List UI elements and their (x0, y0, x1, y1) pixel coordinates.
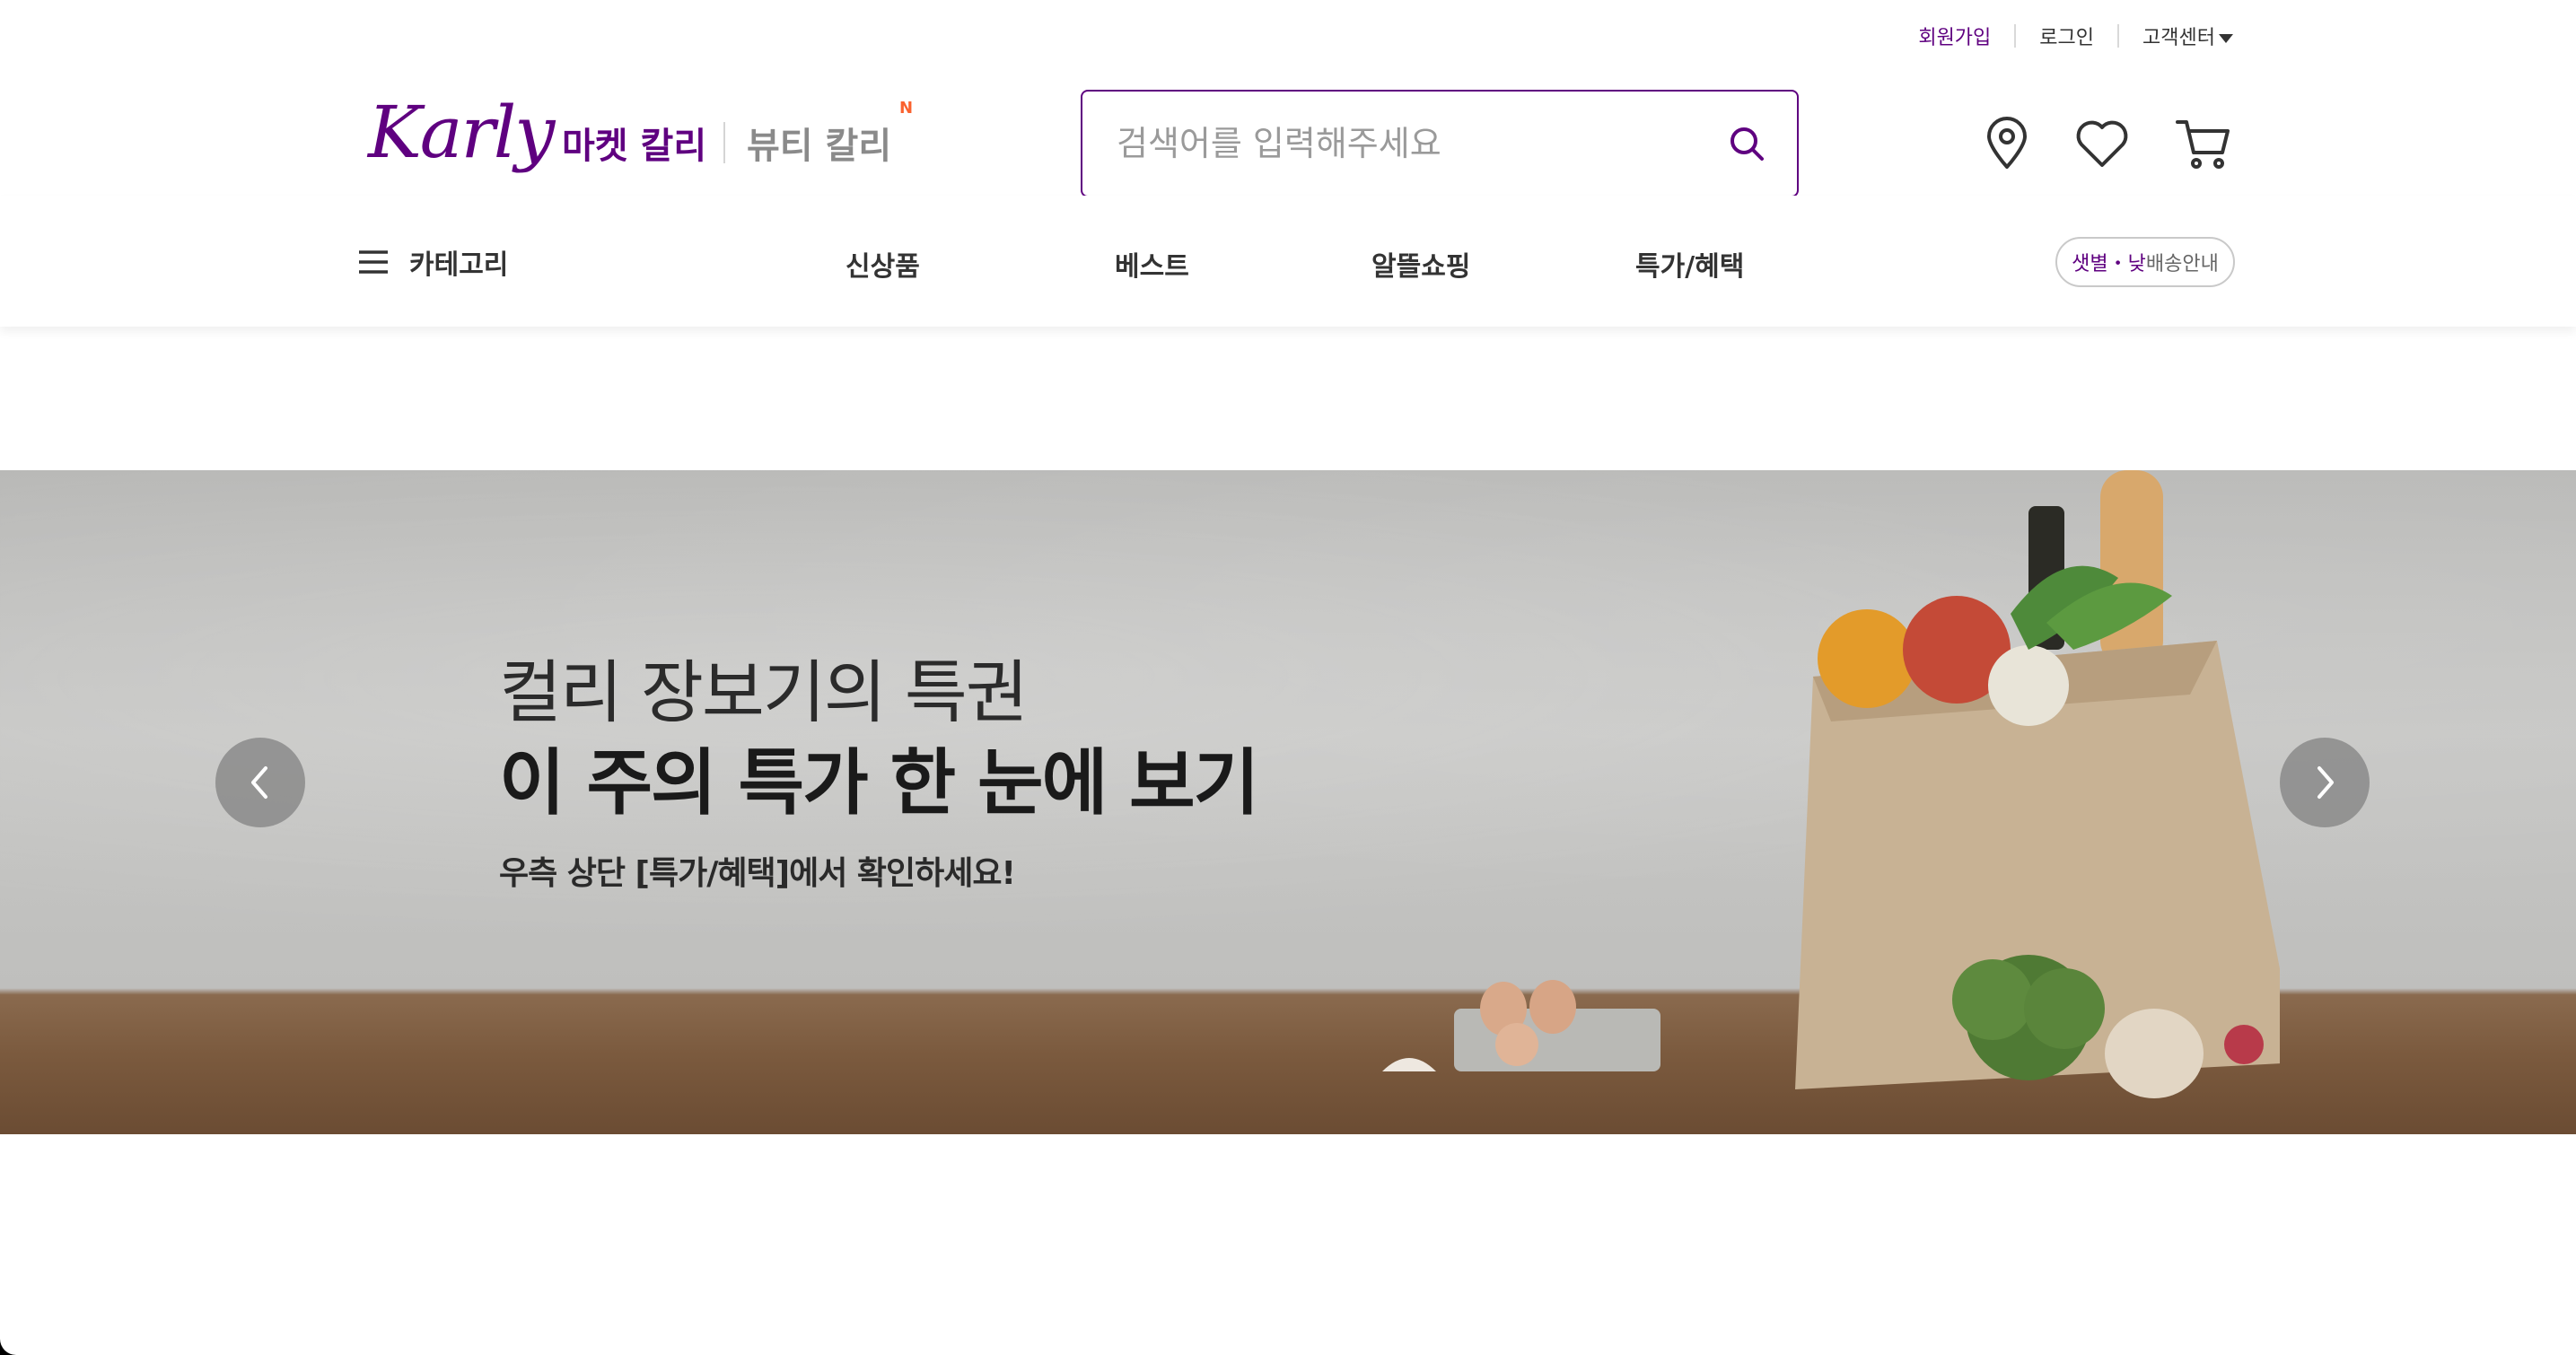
delivery-highlight: 샛별・낮 (2072, 253, 2146, 275)
utility-divider (2014, 24, 2017, 48)
location-icon (1987, 117, 2027, 169)
signup-link[interactable]: 회원가입 (1918, 22, 1991, 50)
banner-next-button[interactable] (2280, 738, 2370, 827)
caret-down-icon (2219, 34, 2233, 43)
hero-banner[interactable]: 컬리 장보기의 특권 이 주의 특가 한 눈에 보기 우측 상단 [특가/혜택]… (0, 470, 2576, 1134)
delivery-info-button[interactable]: 샛별・낮 배송안내 (2055, 237, 2235, 287)
wishlist-button[interactable] (2070, 111, 2134, 176)
karly-logo[interactable]: Karly (368, 97, 555, 169)
nav-special-deals[interactable]: 특가/혜택 (1635, 244, 1744, 284)
banner-line1: 컬리 장보기의 특권 (499, 652, 1029, 732)
hamburger-icon (359, 250, 388, 274)
cart-icon (2176, 120, 2230, 169)
login-link[interactable]: 로그인 (2039, 22, 2094, 50)
heart-icon (2076, 120, 2128, 167)
cart-button[interactable] (2170, 111, 2235, 176)
grocery-bag-image (1382, 470, 2280, 1098)
new-badge: N (899, 99, 914, 118)
location-button[interactable] (1975, 111, 2039, 176)
market-kurly-tab[interactable]: 마켓 칼리 (562, 117, 706, 169)
delivery-label: 배송안내 (2145, 253, 2219, 275)
support-menu[interactable]: 고객센터 (2142, 22, 2233, 50)
page: 회원가입 로그인 고객센터 Karly 마켓 칼리 뷰티 칼리 N 검색어를 입… (0, 0, 2576, 1355)
banner-prev-button[interactable] (215, 738, 305, 827)
search-icon (1730, 127, 1764, 161)
support-label: 고객센터 (2142, 27, 2215, 49)
nav-thrift-shopping[interactable]: 알뜰쇼핑 (1371, 244, 1470, 284)
main-nav: 카테고리 신상품 베스트 알뜰쇼핑 특가/혜택 샛별・낮 배송안내 (0, 196, 2576, 327)
utility-divider (2117, 24, 2120, 48)
search-box (1081, 90, 1799, 197)
utility-bar: 회원가입 로그인 고객센터 (1918, 20, 2233, 52)
brand-divider (723, 122, 725, 163)
nav-new-products[interactable]: 신상품 (846, 244, 920, 284)
banner-line3: 우측 상단 [특가/혜택]에서 확인하세요! (499, 855, 1016, 892)
search-input[interactable] (1117, 124, 1725, 163)
search-button[interactable] (1725, 122, 1768, 165)
category-label: 카테고리 (409, 249, 509, 281)
chevron-right-icon (2318, 766, 2334, 799)
banner-line2: 이 주의 특가 한 눈에 보기 (499, 741, 1259, 825)
nav-best[interactable]: 베스트 (1115, 244, 1189, 284)
category-menu[interactable]: 카테고리 (357, 242, 508, 282)
beauty-kurly-tab[interactable]: 뷰티 칼리 (747, 117, 891, 169)
chevron-left-icon (251, 766, 267, 799)
